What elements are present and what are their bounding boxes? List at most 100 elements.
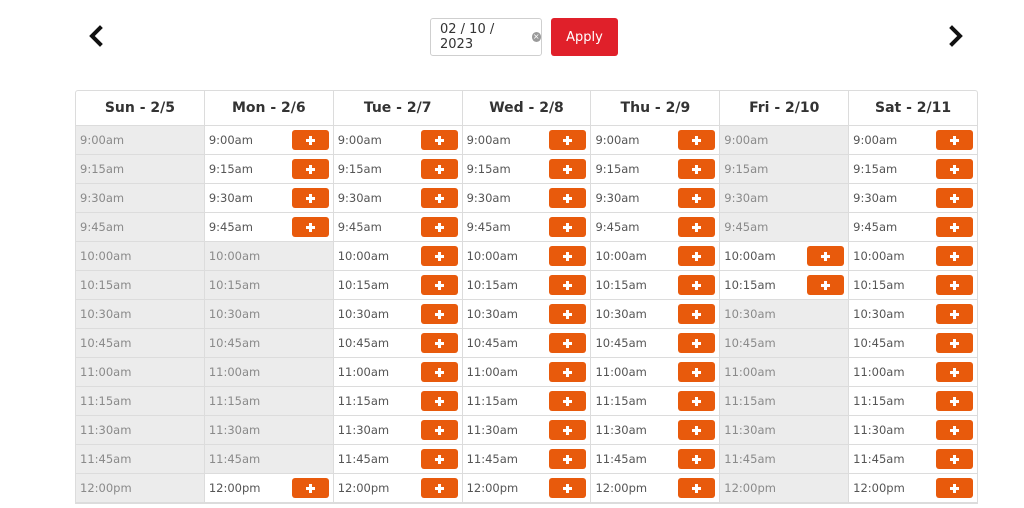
time-slot[interactable]: 9:30am bbox=[204, 184, 333, 213]
time-slot[interactable]: 11:00am bbox=[591, 358, 720, 387]
add-slot-button[interactable] bbox=[549, 246, 587, 266]
add-slot-button[interactable] bbox=[936, 217, 974, 237]
add-slot-button[interactable] bbox=[291, 188, 329, 208]
add-slot-button[interactable] bbox=[678, 159, 716, 179]
time-slot[interactable]: 9:00am bbox=[333, 126, 462, 155]
add-slot-button[interactable] bbox=[549, 449, 587, 469]
add-slot-button[interactable] bbox=[936, 130, 974, 150]
add-slot-button[interactable] bbox=[678, 275, 716, 295]
add-slot-button[interactable] bbox=[936, 159, 974, 179]
time-slot[interactable]: 9:15am bbox=[591, 155, 720, 184]
time-slot[interactable]: 12:00pm bbox=[204, 474, 333, 503]
time-slot[interactable]: 11:45am bbox=[591, 445, 720, 474]
time-slot[interactable]: 10:15am bbox=[849, 271, 978, 300]
time-slot[interactable]: 11:45am bbox=[333, 445, 462, 474]
add-slot-button[interactable] bbox=[936, 478, 974, 498]
add-slot-button[interactable] bbox=[420, 478, 458, 498]
add-slot-button[interactable] bbox=[936, 304, 974, 324]
add-slot-button[interactable] bbox=[549, 159, 587, 179]
add-slot-button[interactable] bbox=[420, 246, 458, 266]
time-slot[interactable]: 10:00am bbox=[462, 242, 591, 271]
add-slot-button[interactable] bbox=[420, 275, 458, 295]
time-slot[interactable]: 9:15am bbox=[849, 155, 978, 184]
time-slot[interactable]: 9:00am bbox=[204, 126, 333, 155]
time-slot[interactable]: 11:00am bbox=[462, 358, 591, 387]
time-slot[interactable]: 10:45am bbox=[462, 329, 591, 358]
time-slot[interactable]: 11:30am bbox=[591, 416, 720, 445]
add-slot-button[interactable] bbox=[936, 275, 974, 295]
add-slot-button[interactable] bbox=[678, 188, 716, 208]
next-week-button[interactable] bbox=[942, 22, 970, 50]
time-slot[interactable]: 10:30am bbox=[849, 300, 978, 329]
add-slot-button[interactable] bbox=[807, 246, 845, 266]
time-slot[interactable]: 11:30am bbox=[333, 416, 462, 445]
add-slot-button[interactable] bbox=[549, 478, 587, 498]
add-slot-button[interactable] bbox=[549, 275, 587, 295]
add-slot-button[interactable] bbox=[678, 362, 716, 382]
time-slot[interactable]: 12:00pm bbox=[333, 474, 462, 503]
add-slot-button[interactable] bbox=[420, 362, 458, 382]
prev-week-button[interactable] bbox=[82, 22, 110, 50]
time-slot[interactable]: 10:00am bbox=[720, 242, 849, 271]
add-slot-button[interactable] bbox=[678, 391, 716, 411]
time-slot[interactable]: 10:00am bbox=[849, 242, 978, 271]
add-slot-button[interactable] bbox=[420, 420, 458, 440]
add-slot-button[interactable] bbox=[549, 391, 587, 411]
time-slot[interactable]: 9:00am bbox=[462, 126, 591, 155]
time-slot[interactable]: 12:00pm bbox=[591, 474, 720, 503]
apply-button[interactable]: Apply bbox=[551, 18, 618, 56]
add-slot-button[interactable] bbox=[549, 362, 587, 382]
time-slot[interactable]: 10:30am bbox=[333, 300, 462, 329]
time-slot[interactable]: 11:30am bbox=[462, 416, 591, 445]
time-slot[interactable]: 9:30am bbox=[849, 184, 978, 213]
time-slot[interactable]: 9:30am bbox=[333, 184, 462, 213]
add-slot-button[interactable] bbox=[291, 159, 329, 179]
time-slot[interactable]: 10:45am bbox=[591, 329, 720, 358]
add-slot-button[interactable] bbox=[678, 478, 716, 498]
time-slot[interactable]: 9:45am bbox=[204, 213, 333, 242]
add-slot-button[interactable] bbox=[678, 449, 716, 469]
time-slot[interactable]: 10:45am bbox=[849, 329, 978, 358]
add-slot-button[interactable] bbox=[678, 333, 716, 353]
time-slot[interactable]: 11:15am bbox=[462, 387, 591, 416]
time-slot[interactable]: 9:45am bbox=[849, 213, 978, 242]
time-slot[interactable]: 11:15am bbox=[591, 387, 720, 416]
time-slot[interactable]: 10:00am bbox=[591, 242, 720, 271]
time-slot[interactable]: 9:15am bbox=[462, 155, 591, 184]
time-slot[interactable]: 9:45am bbox=[591, 213, 720, 242]
time-slot[interactable]: 11:15am bbox=[849, 387, 978, 416]
time-slot[interactable]: 10:15am bbox=[333, 271, 462, 300]
time-slot[interactable]: 11:45am bbox=[849, 445, 978, 474]
add-slot-button[interactable] bbox=[936, 188, 974, 208]
add-slot-button[interactable] bbox=[420, 188, 458, 208]
time-slot[interactable]: 11:30am bbox=[849, 416, 978, 445]
add-slot-button[interactable] bbox=[549, 130, 587, 150]
add-slot-button[interactable] bbox=[936, 246, 974, 266]
time-slot[interactable]: 9:15am bbox=[204, 155, 333, 184]
add-slot-button[interactable] bbox=[549, 217, 587, 237]
time-slot[interactable]: 9:00am bbox=[591, 126, 720, 155]
time-slot[interactable]: 11:00am bbox=[333, 358, 462, 387]
time-slot[interactable]: 9:15am bbox=[333, 155, 462, 184]
time-slot[interactable]: 9:45am bbox=[462, 213, 591, 242]
add-slot-button[interactable] bbox=[549, 304, 587, 324]
add-slot-button[interactable] bbox=[936, 333, 974, 353]
add-slot-button[interactable] bbox=[420, 217, 458, 237]
add-slot-button[interactable] bbox=[678, 246, 716, 266]
time-slot[interactable]: 11:00am bbox=[849, 358, 978, 387]
add-slot-button[interactable] bbox=[420, 449, 458, 469]
time-slot[interactable]: 9:30am bbox=[462, 184, 591, 213]
time-slot[interactable]: 10:30am bbox=[462, 300, 591, 329]
time-slot[interactable]: 11:15am bbox=[333, 387, 462, 416]
add-slot-button[interactable] bbox=[420, 304, 458, 324]
add-slot-button[interactable] bbox=[420, 130, 458, 150]
time-slot[interactable]: 9:45am bbox=[333, 213, 462, 242]
add-slot-button[interactable] bbox=[678, 420, 716, 440]
add-slot-button[interactable] bbox=[291, 217, 329, 237]
time-slot[interactable]: 12:00pm bbox=[849, 474, 978, 503]
add-slot-button[interactable] bbox=[549, 333, 587, 353]
add-slot-button[interactable] bbox=[678, 130, 716, 150]
add-slot-button[interactable] bbox=[936, 391, 974, 411]
add-slot-button[interactable] bbox=[936, 449, 974, 469]
time-slot[interactable]: 10:30am bbox=[591, 300, 720, 329]
